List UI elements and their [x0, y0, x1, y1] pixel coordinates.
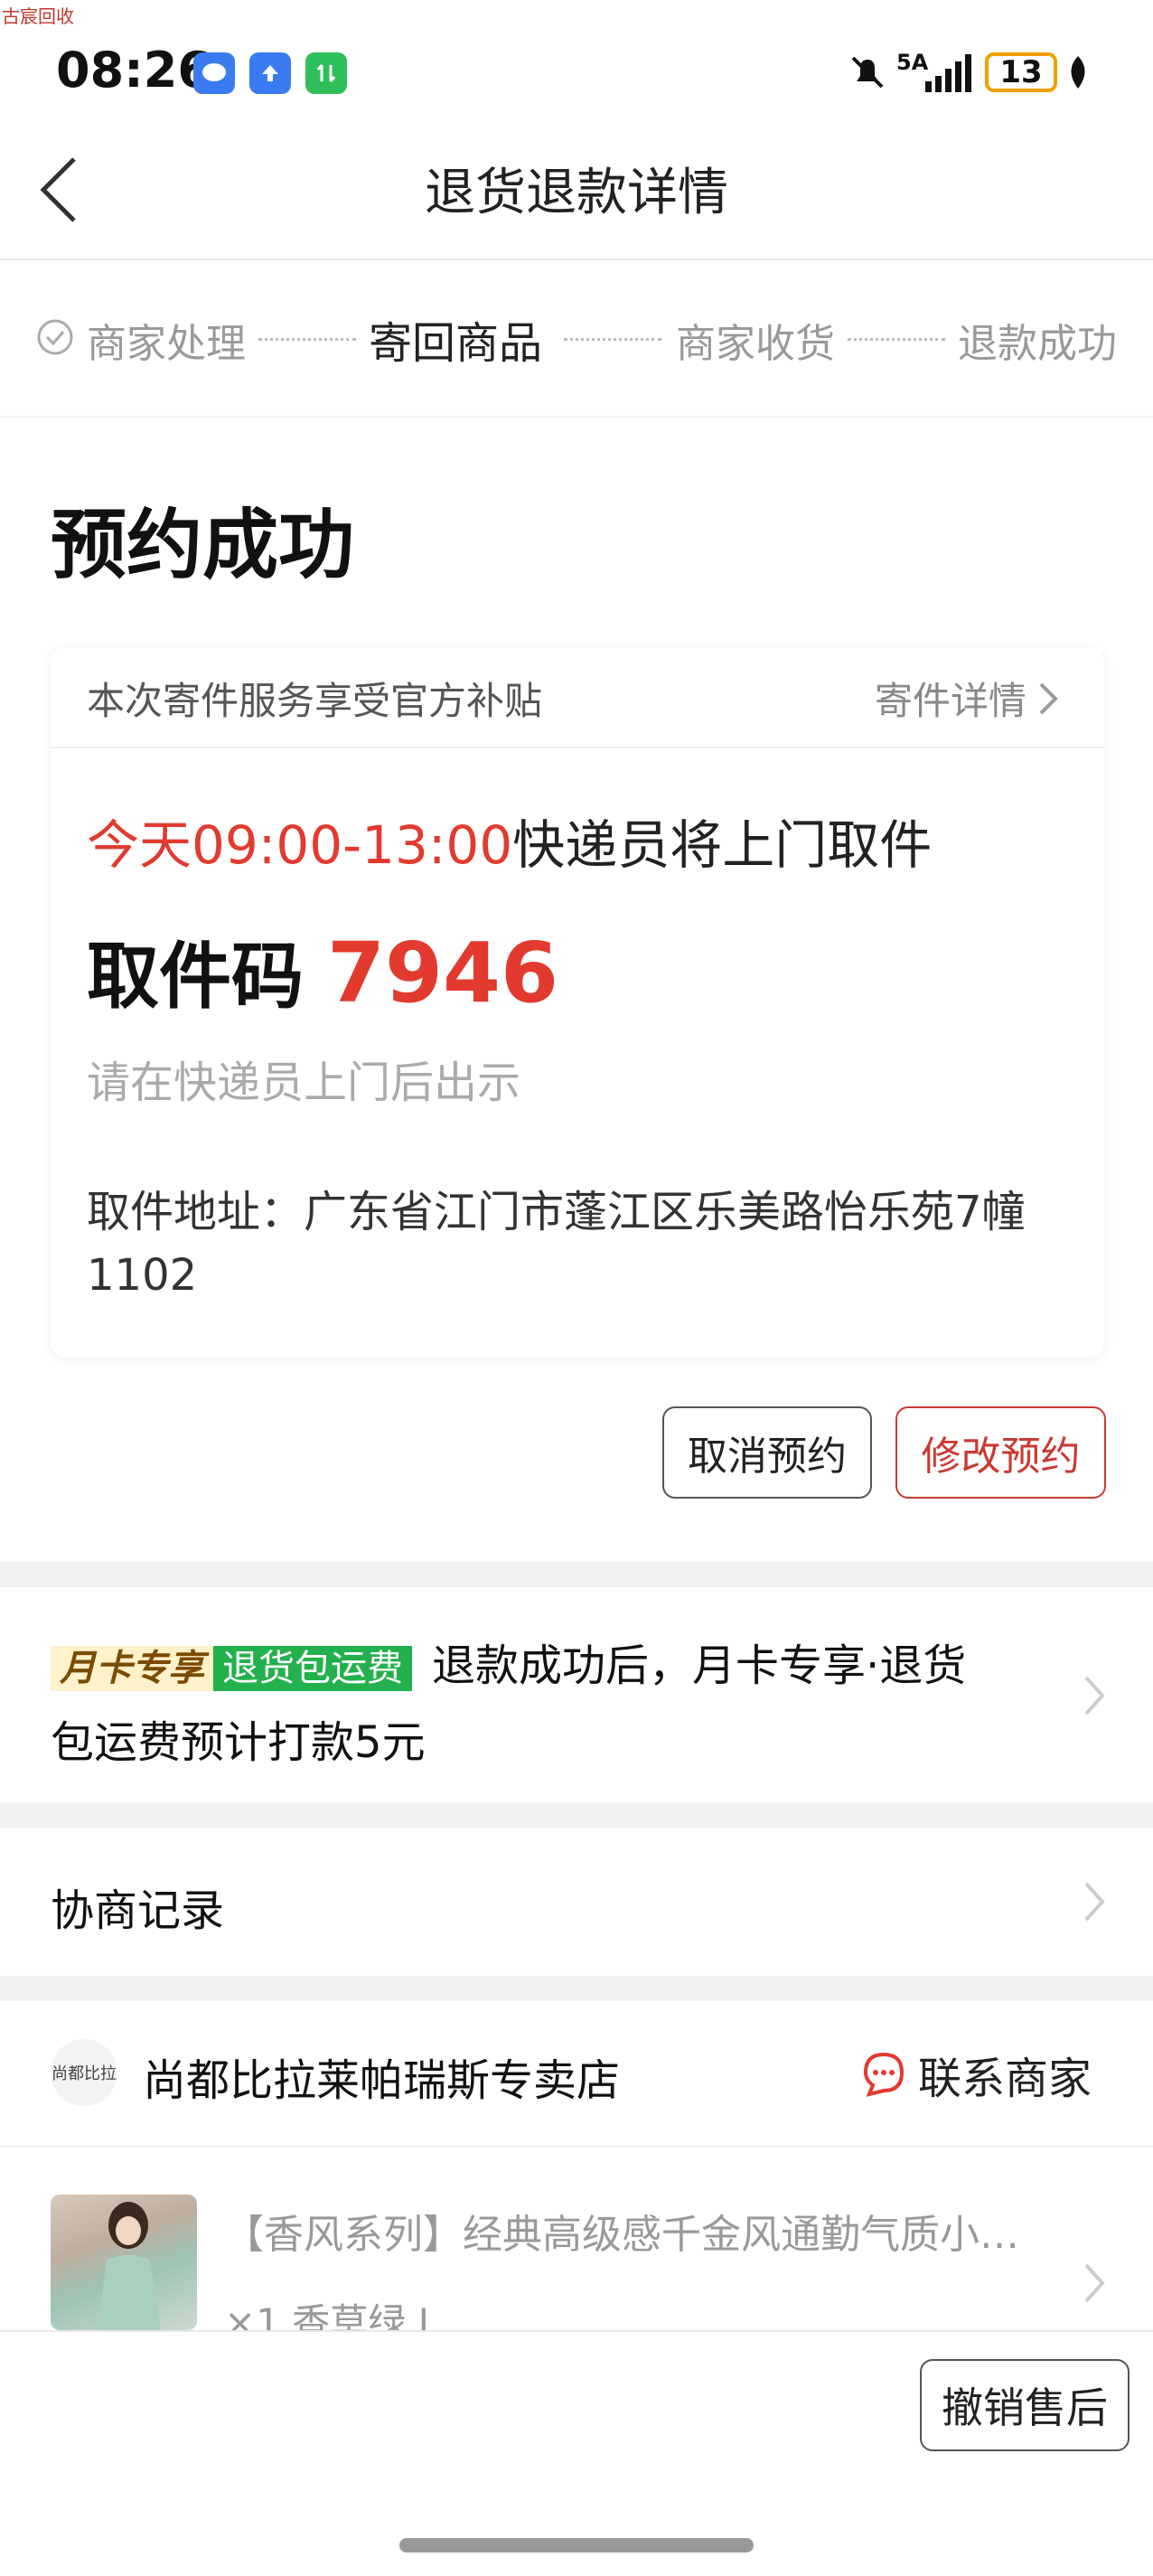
leaf-icon — [1064, 54, 1092, 94]
contact-merchant-label: 联系商家 — [918, 2054, 1092, 2104]
negotiation-record-label: 协商记录 — [51, 1885, 225, 1936]
shop-name[interactable]: 尚都比拉莱帕瑞斯专卖店 — [143, 2045, 620, 2108]
product-spec: ×1,香草绿,L — [224, 2300, 440, 2330]
step-connector — [848, 338, 945, 341]
address-label: 取件地址： — [87, 1187, 305, 1237]
step-refund-success: 退款成功 — [958, 321, 1117, 367]
chevron-right-icon — [1081, 1672, 1108, 1723]
pickup-time: 今天09:00-13:00快递员将上门取件 — [87, 803, 932, 879]
transfer-app-icon — [305, 52, 347, 94]
monthly-card-badge: 月卡专享 — [51, 1646, 213, 1691]
pickup-time-text: 快递员将上门取件 — [512, 814, 933, 876]
home-indicator[interactable] — [399, 2538, 754, 2552]
shipping-detail-label: 寄件详情 — [875, 679, 1027, 723]
product-title[interactable]: 【香风系列】经典高级感千金风通勤气质小… — [224, 2202, 1037, 2260]
pickup-address: 取件地址：广东省江门市蓬江区乐美路怡乐苑7幢1102 — [87, 1180, 1063, 1307]
cancel-reservation-button[interactable]: 取消预约 — [662, 1406, 872, 1499]
chevron-right-icon — [1081, 2260, 1108, 2310]
promo-amount: 5 — [354, 1717, 382, 1768]
promo-text-line1: 退款成功后，月卡专享·退货 — [432, 1641, 967, 1691]
page-nav-title: 退货退款详情 — [425, 164, 728, 222]
product-thumbnail[interactable] — [51, 2195, 197, 2330]
modify-reservation-button[interactable]: 修改预约 — [895, 1406, 1106, 1499]
subsidy-text: 本次寄件服务享受官方补贴 — [87, 679, 543, 723]
pickup-hint: 请在快递员上门后出示 — [87, 1058, 521, 1108]
shop-divider — [0, 2146, 1153, 2148]
promo-unit: 元 — [381, 1717, 426, 1768]
step-connector — [258, 338, 356, 341]
contact-merchant-button[interactable]: 联系商家 — [860, 2043, 1092, 2106]
upload-app-icon — [249, 52, 291, 94]
message-app-icon — [193, 52, 235, 94]
pickup-code: 取件码 7946 — [87, 918, 558, 1023]
card-divider — [51, 747, 1104, 748]
pickup-code-label: 取件码 — [87, 935, 304, 1019]
network-type: 5A — [896, 50, 929, 75]
promo-text-line2: 包运费预计打款 — [51, 1717, 355, 1768]
pickup-time-window: 今天09:00-13:00 — [87, 814, 513, 876]
step-merchant-receipt: 商家收货 — [676, 321, 835, 367]
chevron-right-icon — [1081, 1878, 1108, 1929]
shipping-detail-link[interactable]: 寄件详情 — [875, 671, 1061, 726]
battery-indicator: 13 — [985, 52, 1057, 92]
step-connector — [564, 338, 661, 341]
shop-logo: 尚都比拉 — [51, 2039, 117, 2106]
pickup-code-value: 7946 — [327, 925, 559, 1021]
bell-muted-icon — [848, 52, 887, 96]
page-title: 预约成功 — [51, 501, 355, 589]
promo-content: 月卡专享 退货包运费 退款成功后，月卡专享·退货 包运费预计打款5元 — [51, 1632, 1026, 1786]
free-return-shipping-badge: 退货包运费 — [213, 1646, 412, 1691]
signal-icon — [925, 54, 974, 96]
step-return-goods: 寄回商品 — [369, 318, 543, 369]
status-time: 08:26 — [56, 42, 211, 99]
check-circle-icon — [36, 318, 74, 360]
revoke-after-sale-button[interactable]: 撤销售后 — [920, 2359, 1130, 2451]
chat-bubble-icon — [863, 2052, 905, 2097]
step-merchant-processing: 商家处理 — [87, 321, 246, 367]
chevron-right-icon — [1039, 682, 1058, 714]
watermark: 古宸回收 — [2, 5, 74, 27]
